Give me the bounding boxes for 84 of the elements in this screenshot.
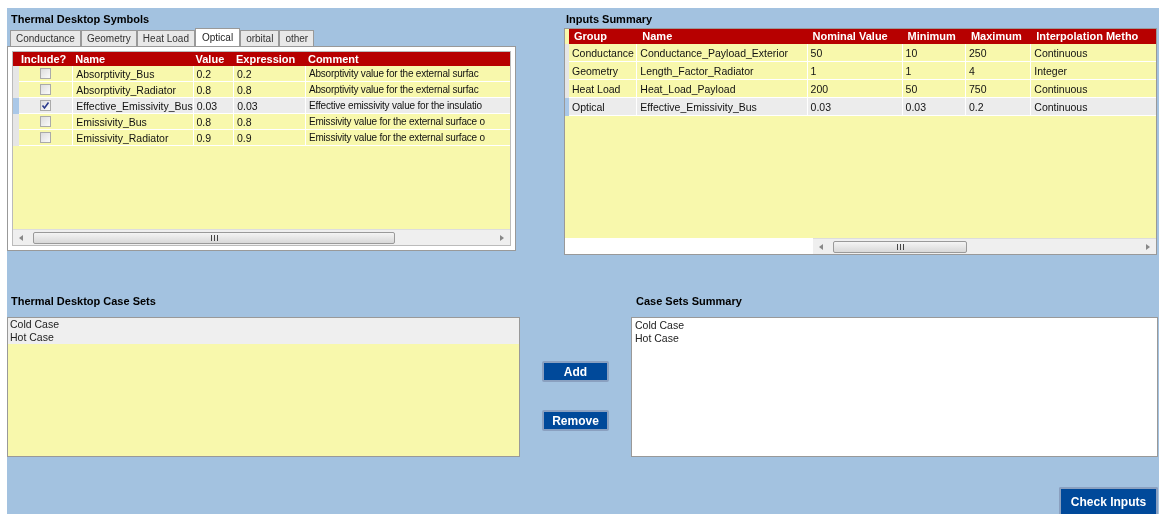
table-row[interactable]: Emissivity_Bus 0.8 0.8 Emissivity value for the external surface o xyxy=(13,114,510,130)
scroll-left-icon[interactable] xyxy=(817,242,825,251)
table-row[interactable]: Conductance Conductance_Payload_Exterior 50 10 250 Continuous xyxy=(565,44,1156,62)
table-cell: 0.9 xyxy=(193,130,234,146)
scrollbar-thumb[interactable] xyxy=(33,231,395,244)
add-button[interactable]: Add xyxy=(542,361,609,382)
table-cell: 0.2 xyxy=(233,66,306,82)
check-inputs-button[interactable]: Check Inputs xyxy=(1059,487,1158,514)
table-cell: Absorptivity_Bus xyxy=(73,66,194,82)
scroll-right-icon[interactable] xyxy=(498,233,506,242)
table-cell: 50 xyxy=(807,44,903,62)
column-header[interactable]: Minimum xyxy=(902,29,966,44)
table-cell: 0.03 xyxy=(193,98,235,114)
list-item[interactable]: Hot Case xyxy=(632,332,1157,345)
table-cell: Geometry xyxy=(569,62,638,80)
tab[interactable]: Geometry xyxy=(80,30,137,46)
table-cell: Emissivity_Bus xyxy=(73,114,194,130)
horizontal-scrollbar[interactable] xyxy=(13,229,510,245)
table-cell: Emissivity_Radiator xyxy=(73,130,194,146)
table-cell: 0.8 xyxy=(233,114,306,130)
tab[interactable]: Conductance xyxy=(10,30,81,46)
panel-title: Thermal Desktop Case Sets xyxy=(10,294,157,309)
column-header[interactable]: Include? xyxy=(19,52,74,66)
table-row[interactable]: Geometry Length_Factor_Radiator 1 1 4 Integer xyxy=(565,62,1156,80)
table-cell: Effective_Emissivity_Bus xyxy=(637,98,808,116)
table-cell: Emissivity value for the external surface o xyxy=(305,130,510,146)
panel-title: Inputs Summary xyxy=(565,12,654,27)
column-header[interactable]: Group xyxy=(569,29,638,44)
table-cell: 0.2 xyxy=(193,66,234,82)
table-cell: Emissivity value for the external surface o xyxy=(305,114,510,130)
table-row[interactable]: Absorptivity_Bus 0.2 0.2 Absorptivity value for the external surfac xyxy=(13,66,510,82)
tab[interactable]: other xyxy=(279,30,315,46)
tab[interactable]: orbital xyxy=(240,30,280,46)
table-cell: 1 xyxy=(807,62,903,80)
table-cell: Absorptivity value for the external surfac xyxy=(305,66,510,82)
table-cell: 250 xyxy=(965,44,1032,62)
table-cell: Integer xyxy=(1031,62,1156,80)
column-header[interactable]: Comment xyxy=(305,52,510,66)
scroll-left-icon[interactable] xyxy=(17,233,25,242)
table-cell: Effective_Emissivity_Bus xyxy=(73,98,194,114)
include-checkbox[interactable] xyxy=(40,100,52,111)
column-header[interactable]: Name xyxy=(73,52,194,66)
list-item[interactable]: Hot Case xyxy=(8,331,519,344)
grip-icon xyxy=(896,243,904,250)
list-item[interactable]: Cold Case xyxy=(632,319,1157,332)
table-cell: 0.03 xyxy=(807,98,903,116)
include-checkbox[interactable] xyxy=(40,116,52,127)
table-row[interactable]: Optical Effective_Emissivity_Bus 0.03 0.03 0.2 Continuous xyxy=(565,98,1156,116)
table-cell: Conductance_Payload_Exterior xyxy=(637,44,808,62)
column-header[interactable]: Interpolation Metho xyxy=(1031,29,1156,44)
scroll-right-icon[interactable] xyxy=(1144,242,1152,251)
table-cell: Continuous xyxy=(1031,44,1156,62)
table-cell: Optical xyxy=(569,98,638,116)
table-row[interactable]: Emissivity_Radiator 0.9 0.9 Emissivity value for the external surface o xyxy=(13,130,510,146)
table-cell: Conductance xyxy=(569,44,638,62)
table-cell: 0.8 xyxy=(193,114,234,130)
include-checkbox[interactable] xyxy=(40,84,52,95)
table-cell: Continuous xyxy=(1031,98,1156,116)
table-cell: 0.9 xyxy=(233,130,306,146)
table-cell: 10 xyxy=(902,44,966,62)
tab[interactable]: Optical xyxy=(195,28,241,46)
horizontal-scrollbar[interactable] xyxy=(813,238,1156,254)
table-cell: 0.2 xyxy=(965,98,1032,116)
panel-title: Thermal Desktop Symbols xyxy=(10,12,151,27)
panel-title: Case Sets Summary xyxy=(635,294,743,309)
column-header[interactable]: Name xyxy=(637,29,808,44)
table-row[interactable]: Effective_Emissivity_Bus 0.03 0.03 Effective emissivity value for the insulatio xyxy=(13,98,510,114)
include-checkbox[interactable] xyxy=(40,132,52,143)
scrollbar-thumb[interactable] xyxy=(833,240,967,253)
column-header[interactable]: Nominal Value xyxy=(807,29,903,44)
remove-button[interactable]: Remove xyxy=(542,410,609,431)
column-header[interactable]: Expression xyxy=(233,52,306,66)
table-cell: Effective emissivity value for the insulatio xyxy=(306,98,510,114)
grip-icon xyxy=(210,234,218,241)
column-header[interactable]: Value xyxy=(193,52,234,66)
list-item[interactable]: Cold Case xyxy=(8,318,519,331)
table-cell: 1 xyxy=(902,62,966,80)
include-checkbox[interactable] xyxy=(40,68,52,79)
column-header[interactable]: Maximum xyxy=(965,29,1032,44)
table-cell: 0.03 xyxy=(234,98,307,114)
tab[interactable]: Heat Load xyxy=(136,30,195,46)
table-cell: Length_Factor_Radiator xyxy=(637,62,808,80)
table-cell: 4 xyxy=(965,62,1032,80)
table-cell: 0.03 xyxy=(902,98,966,116)
